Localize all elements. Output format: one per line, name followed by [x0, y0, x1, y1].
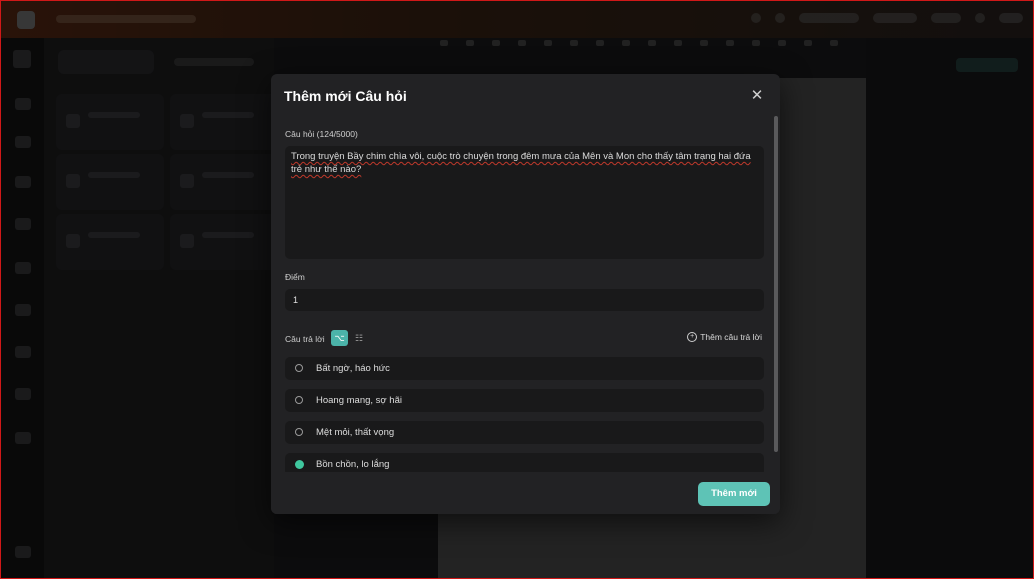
close-icon[interactable]: ✕: [749, 88, 765, 104]
score-label: Điểm: [285, 272, 305, 282]
modal-scrollbar[interactable]: [774, 116, 778, 452]
submit-button[interactable]: Thêm mới: [698, 482, 770, 506]
add-answer-label: Thêm câu trả lời: [700, 332, 762, 342]
answer-option[interactable]: Bất ngờ, háo hức: [285, 357, 764, 380]
answer-text: Hoang mang, sợ hãi: [316, 395, 402, 406]
question-textarea[interactable]: Trong truyện Bầy chim chìa vôi, cuộc trò…: [285, 146, 764, 259]
multi-choice-mode-icon[interactable]: ☷: [353, 332, 365, 344]
radio-icon[interactable]: [295, 428, 303, 436]
answer-text: Bất ngờ, háo hức: [316, 363, 390, 374]
score-input[interactable]: 1: [285, 289, 764, 311]
question-text: Trong truyện Bầy chim chìa vôi, cuộc trò…: [291, 151, 751, 175]
answer-option[interactable]: Hoang mang, sợ hãi: [285, 389, 764, 412]
add-answer-button[interactable]: + Thêm câu trả lời: [687, 332, 762, 342]
radio-checked-icon[interactable]: [295, 460, 304, 469]
radio-icon[interactable]: [295, 396, 303, 404]
answer-option[interactable]: Mệt mỏi, thất vọng: [285, 421, 764, 444]
answer-text: Mệt mỏi, thất vọng: [316, 427, 395, 438]
plus-circle-icon: +: [687, 332, 698, 342]
answers-label: Câu trả lời: [285, 334, 325, 344]
single-choice-mode-icon[interactable]: ⌥: [331, 330, 348, 346]
question-label: Câu hỏi (124/5000): [285, 129, 358, 139]
radio-icon[interactable]: [295, 364, 303, 372]
add-question-modal: Thêm mới Câu hỏi ✕ Câu hỏi (124/5000) Tr…: [271, 74, 780, 514]
modal-title: Thêm mới Câu hỏi: [284, 88, 407, 104]
